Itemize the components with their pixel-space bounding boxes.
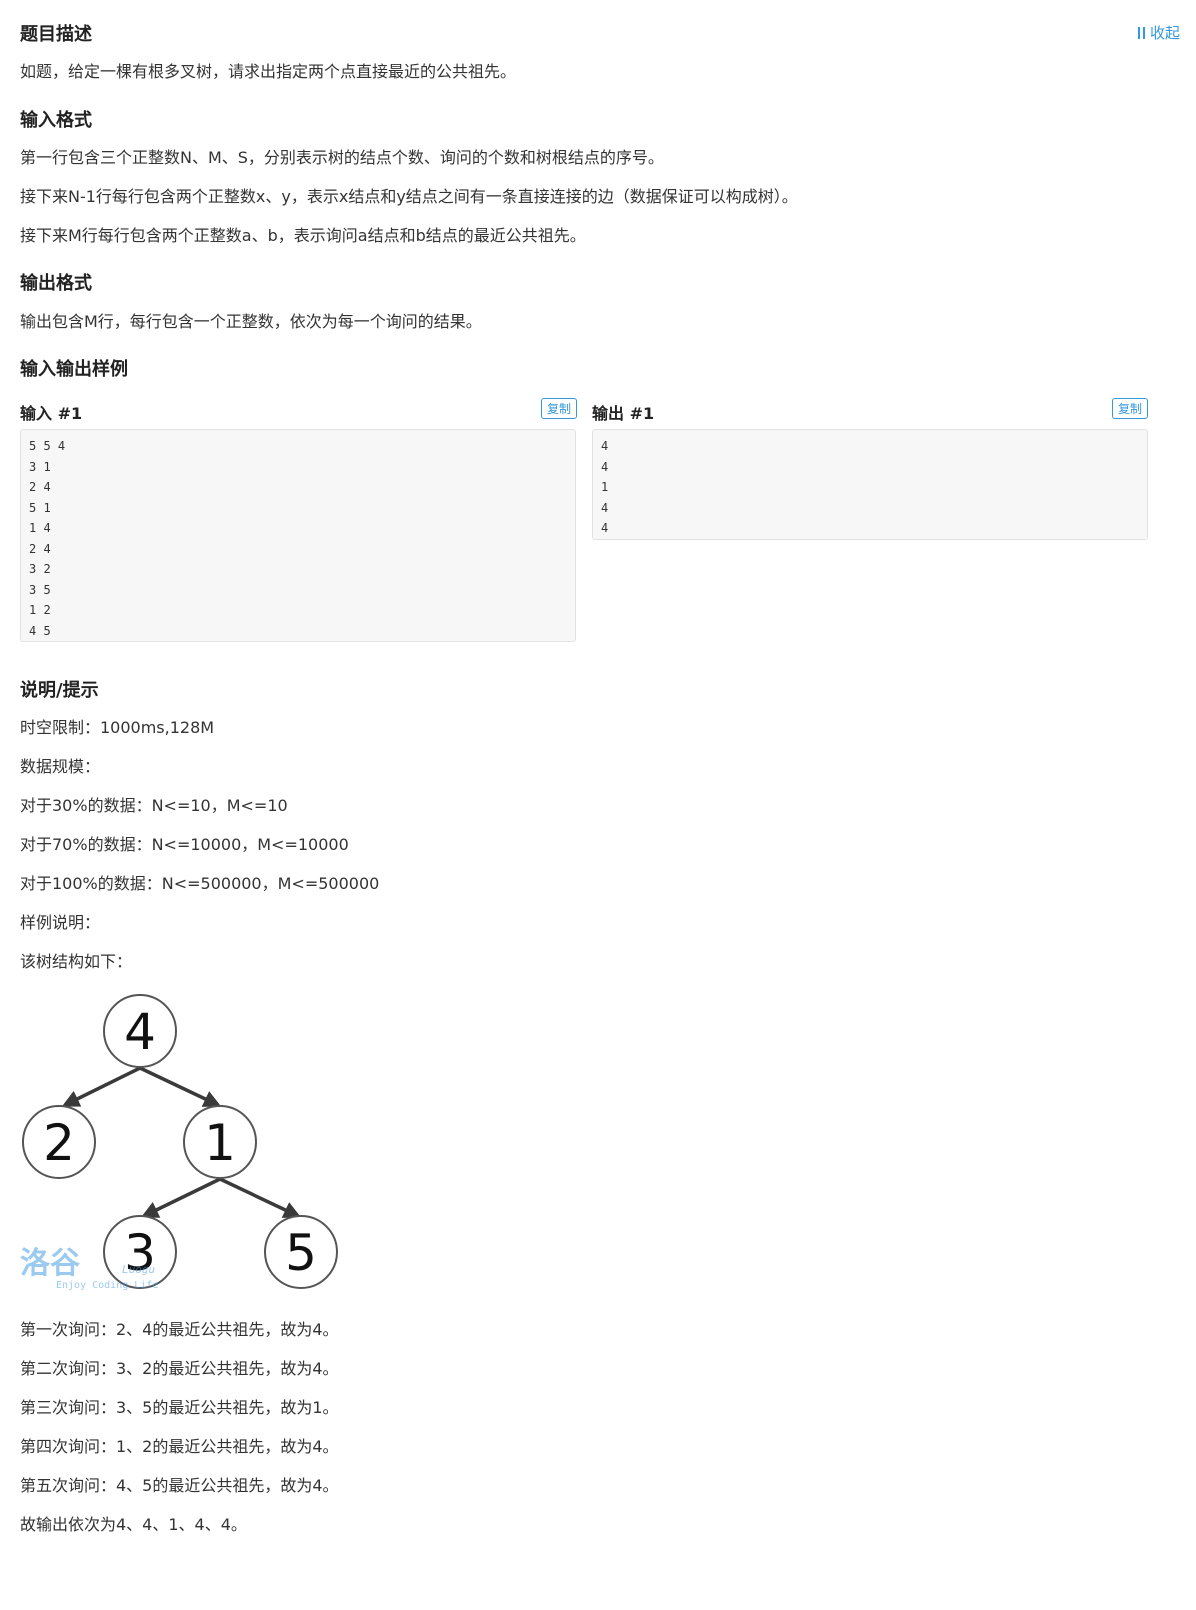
watermark-slogan: Enjoy Coding Life [56, 1280, 158, 1291]
hint-line: 对于70%的数据：N<=10000，M<=10000 [20, 835, 349, 854]
code-line: 2 4 [29, 480, 51, 494]
code-line: 1 [601, 480, 609, 494]
code-line: 5 5 4 [29, 439, 66, 453]
hint-line: 数据规模： [20, 757, 101, 776]
section-title-hint: 说明/提示 [20, 680, 99, 701]
input-format-line: 接下来N-1行每行包含两个正整数x、y，表示x结点和y结点之间有一条直接连接的边… [20, 187, 798, 206]
code-line: 4 5 [29, 623, 51, 638]
code-line: 3 2 [29, 562, 51, 576]
explain-line: 第一次询问：2、4的最近公共祖先，故为4。 [20, 1320, 339, 1339]
code-line: 5 1 [29, 500, 51, 515]
hint-line: 样例说明： [20, 913, 101, 932]
tree-node-label: 2 [43, 1114, 75, 1172]
watermark-sub: Luogu [122, 1263, 155, 1276]
hint-line: 该树结构如下： [20, 952, 133, 971]
code-line: 3 1 [29, 459, 51, 474]
output-format-line: 输出包含M行，每行包含一个正整数，依次为每一个询问的结果。 [20, 312, 482, 331]
description-text: 如题，给定一棵有根多叉树，请求出指定两个点直接最近的公共祖先。 [20, 62, 517, 81]
code-line: 1 2 [29, 603, 51, 617]
watermark-brand: 洛谷 [20, 1246, 80, 1281]
explain-line: 第五次询问：4、5的最近公共祖先，故为4。 [20, 1476, 339, 1495]
luogu-watermark: 洛谷 Luogu Enjoy Coding Life [20, 1246, 158, 1291]
section-title-output-format: 输出格式 [20, 273, 92, 294]
input-format-line: 第一行包含三个正整数N、M、S，分别表示树的结点个数、询问的个数和树根结点的序号… [20, 148, 664, 167]
explain-line: 第四次询问：1、2的最近公共祖先，故为4。 [20, 1437, 339, 1456]
tree-node-label: 5 [285, 1224, 317, 1282]
tree-node-label: 4 [124, 1003, 156, 1061]
code-line: 4 [601, 521, 609, 535]
copy-output-button[interactable]: 复制 [1112, 398, 1149, 419]
collapse-label: 收起 [1149, 24, 1180, 42]
collapse-button[interactable]: 收起 [1136, 22, 1180, 43]
sample-output-label: 输出 #1 [592, 404, 655, 423]
tree-node-label: 1 [204, 1114, 236, 1172]
explain-line: 第二次询问：3、2的最近公共祖先，故为4。 [20, 1359, 339, 1378]
hint-line: 时空限制：1000ms,128M [20, 718, 215, 737]
tree-edge [140, 1177, 221, 1218]
code-line: 1 4 [29, 521, 51, 535]
section-title-description: 题目描述 [20, 24, 92, 45]
hint-line: 对于100%的数据：N<=500000，M<=500000 [20, 874, 380, 893]
sample-input-code[interactable]: 5 5 4 3 1 2 4 5 1 1 4 2 4 3 2 3 5 1 2 4 5 [20, 429, 576, 642]
collapse-icon [1136, 26, 1147, 39]
tree-edge [219, 1177, 302, 1218]
section-title-samples: 输入输出样例 [20, 359, 128, 380]
explain-line: 故输出依次为4、4、1、4、4。 [20, 1515, 247, 1534]
code-line: 2 4 [29, 541, 51, 556]
tree-edge [139, 1066, 222, 1107]
code-line: 4 [601, 439, 609, 453]
tree-edge [61, 1066, 141, 1107]
code-line: 4 [601, 459, 609, 474]
hint-line: 对于30%的数据：N<=10，M<=10 [20, 796, 288, 815]
copy-input-button[interactable]: 复制 [541, 398, 578, 419]
code-line: 4 [601, 500, 609, 515]
input-format-line: 接下来M行每行包含两个正整数a、b，表示询问a结点和b结点的最近公共祖先。 [20, 226, 586, 245]
sample-input-label: 输入 #1 [20, 404, 83, 423]
code-line: 3 5 [29, 582, 51, 597]
section-title-input-format: 输入格式 [20, 110, 92, 131]
sample-output-code[interactable]: 4 4 1 4 4 [592, 429, 1148, 540]
explain-line: 第三次询问：3、5的最近公共祖先，故为1。 [20, 1398, 339, 1417]
